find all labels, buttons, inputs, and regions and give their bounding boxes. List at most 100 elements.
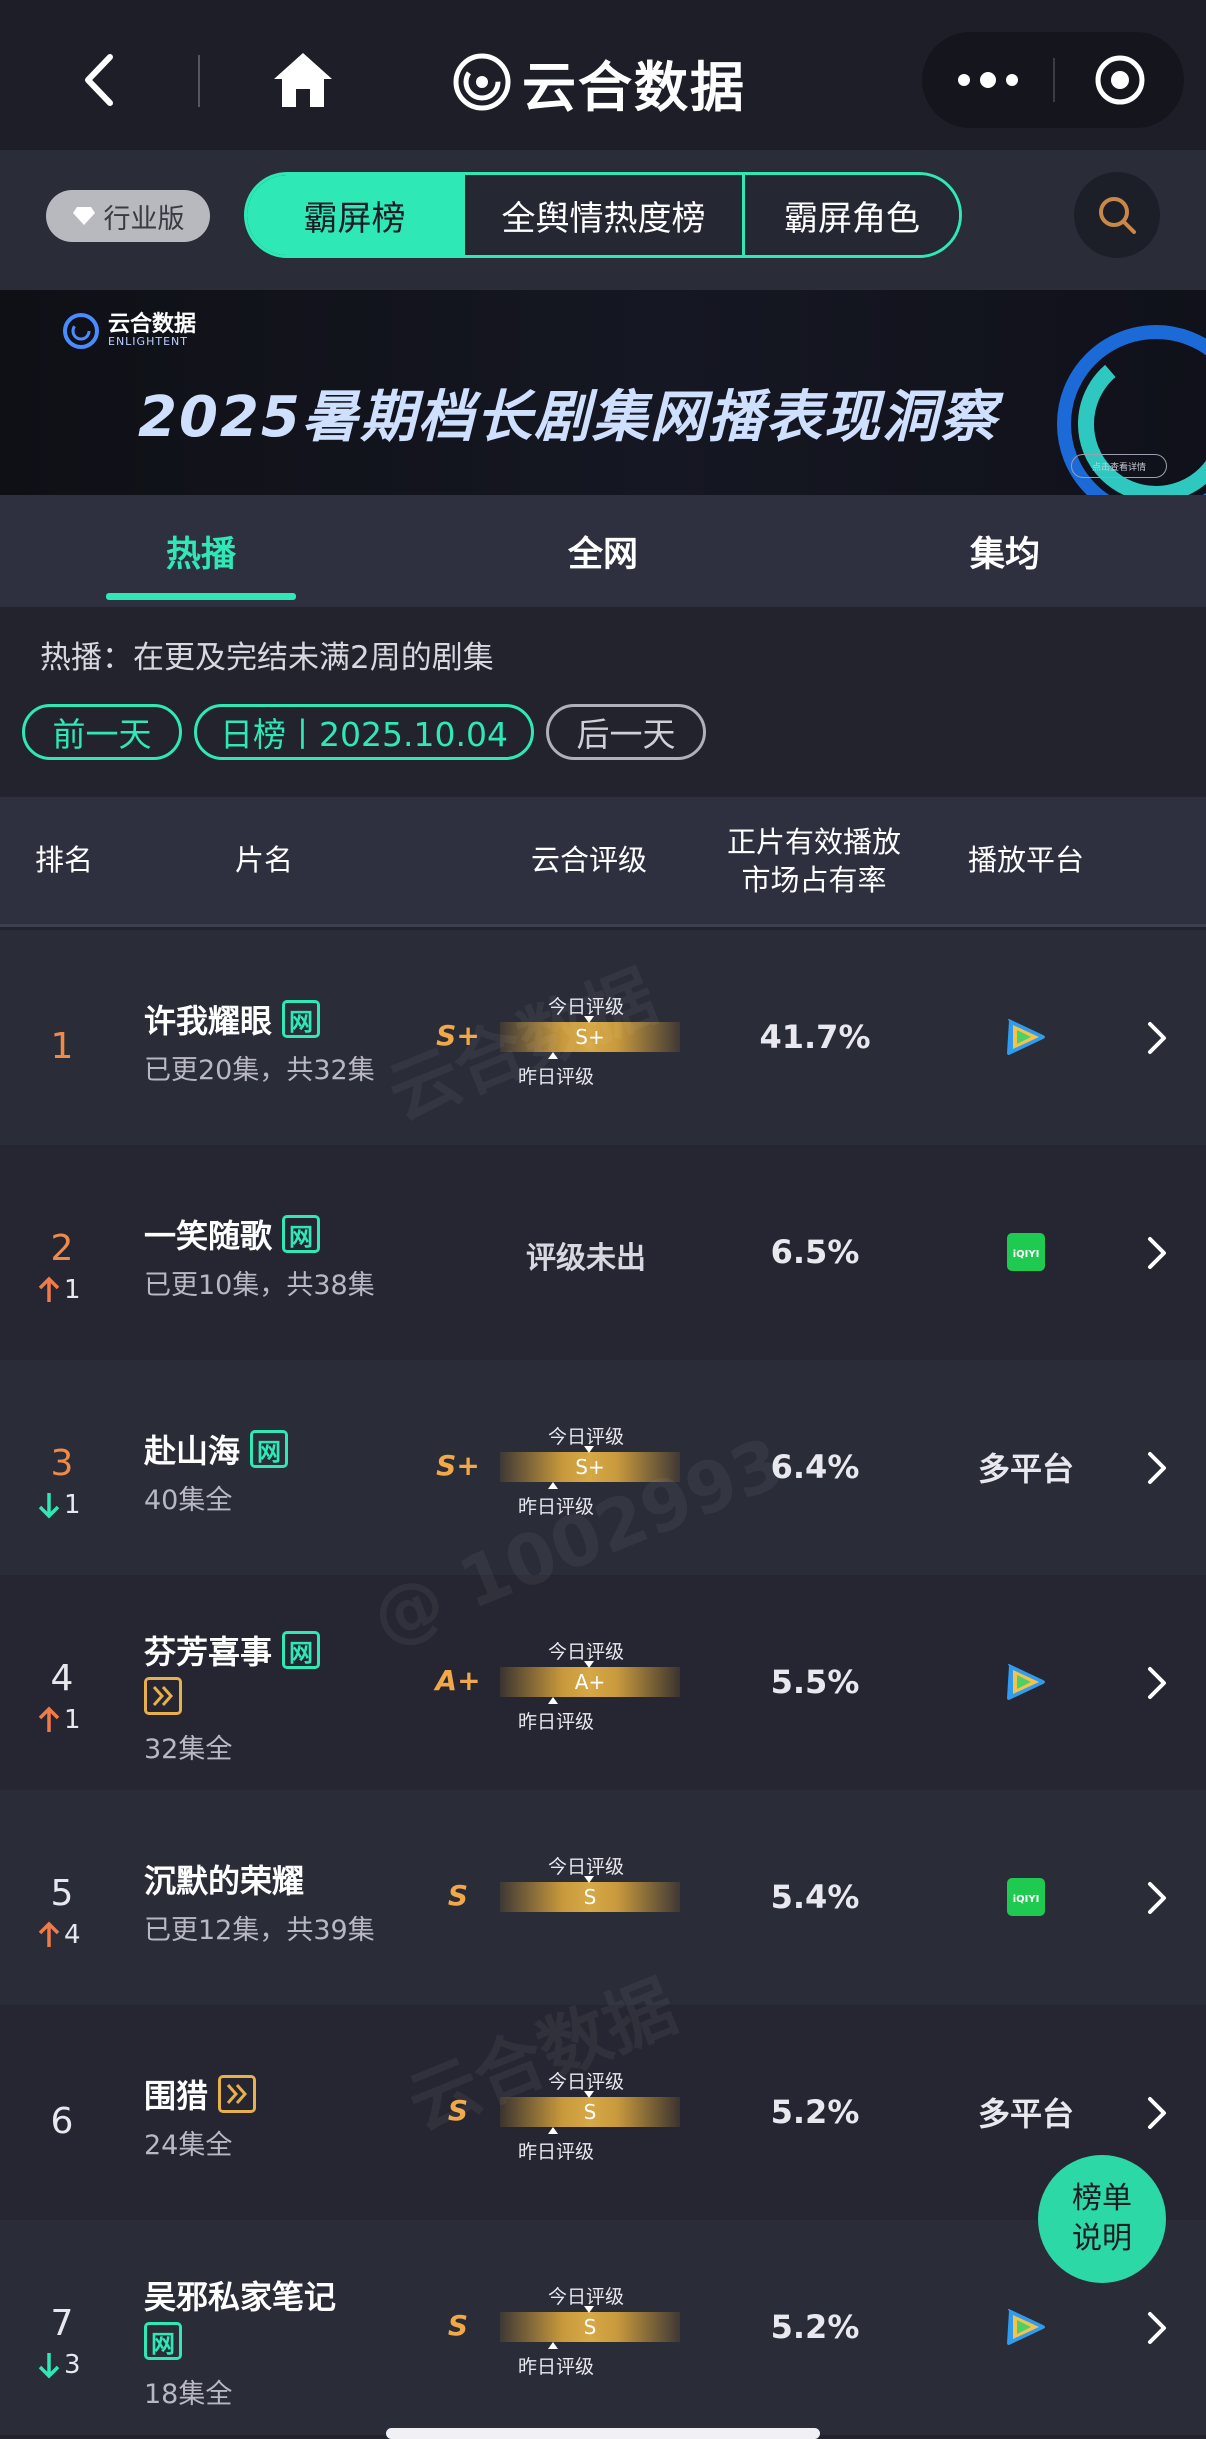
yesterday-grade-label: 昨日评级 (518, 1711, 595, 1733)
rank-change: 1 (38, 1490, 98, 1520)
table-row[interactable]: 2 1 一笑随歌网已更10集，共38集 评级未出 6.5% iQIYI (0, 1145, 1206, 1360)
grade-letter: S (447, 2309, 469, 2342)
tab-hot-label: 热播 (165, 534, 236, 575)
yesterday-grade-label: 昨日评级 (518, 2141, 595, 2163)
table-row[interactable]: 6 围猎 24集全 S S 今日评级 昨日评级 5.2% 多平台 (0, 2005, 1206, 2220)
chevron-right-icon[interactable] (1144, 1018, 1170, 1058)
show-title: 许我耀眼 (144, 1002, 273, 1040)
table-row[interactable]: 3 1 赴山海网 40集全 S+ S+ 今日评级 昨日评级 6.4% 多平台 (0, 1360, 1206, 1575)
search-button[interactable] (1074, 172, 1160, 258)
rank-number: 1 (50, 1026, 74, 1067)
header-platform: 播放平台 (967, 843, 1084, 877)
chevron-right-icon[interactable] (1144, 1878, 1170, 1918)
episode-status: 已更20集，共32集 (144, 1055, 375, 1086)
close-mini-program-icon[interactable] (1092, 52, 1148, 108)
grade-bar: S+ (500, 1452, 680, 1482)
show-title: 一笑随歌 (144, 1217, 273, 1255)
filter-bar: 行业版 霸屏榜 全舆情热度榜 霸屏角色 (0, 150, 1206, 290)
today-grade-marker (584, 2306, 594, 2313)
rank-change: 1 (38, 1275, 98, 1305)
segment-roles[interactable]: 霸屏角色 (745, 175, 959, 255)
exclusive-badge-icon (144, 1677, 182, 1715)
more-options-icon[interactable] (952, 60, 1024, 100)
search-icon (1099, 197, 1136, 234)
episode-status: 32集全 (144, 1734, 233, 1765)
grade-letter: S+ (436, 1449, 480, 1482)
show-title-line: 许我耀眼网 (144, 996, 321, 1042)
segment-dominance[interactable]: 霸屏榜 (247, 175, 465, 255)
show-title-line: 沉默的荣耀 (144, 1856, 304, 1902)
fab-line1: 榜单 (1072, 2181, 1132, 2216)
chevron-right-icon[interactable] (1144, 1663, 1170, 1703)
capsule-divider (1053, 58, 1055, 102)
grade-letter: S+ (436, 1019, 480, 1052)
episode-status: 已更10集，共38集 (144, 1270, 375, 1301)
table-row[interactable]: 5 4 沉默的荣耀 已更12集，共39集 S S 今日评级 5.4% iQIYI (0, 1790, 1206, 2005)
rank-change: 4 (38, 1920, 98, 1950)
next-day-button[interactable]: 后一天 (546, 704, 706, 760)
today-grade-marker (584, 1876, 594, 1883)
app-brand: 云合数据 (452, 42, 746, 122)
rank-change-value: 4 (64, 1920, 81, 1950)
platform-text: 多平台 (977, 2095, 1074, 2133)
table-row[interactable]: 7 3 吴邪私家笔记网 18集全 S S 今日评级 昨日评级 5.2% (0, 2220, 1206, 2435)
network-badge: 网 (282, 1631, 321, 1669)
market-share: 5.5% (770, 1663, 860, 1701)
nav-divider (198, 55, 200, 107)
rank-number: 3 (50, 1443, 74, 1484)
show-title: 芬芳喜事 (144, 1633, 273, 1671)
today-grade-marker (584, 1661, 594, 1668)
list-tabs: 热播 全网 集均 (0, 495, 1206, 607)
table-row[interactable]: 1 许我耀眼网已更20集，共32集 S+ S+ 今日评级 昨日评级 41.7% (0, 930, 1206, 1145)
show-title-line: 吴邪私家笔记 (144, 2272, 336, 2318)
show-badge-line (144, 1677, 182, 1715)
active-tab-indicator (106, 593, 296, 600)
rank-change: 3 (38, 2350, 98, 2380)
banner-logo: 云合数据 ENLIGHTENT (62, 312, 196, 350)
tab-hot[interactable]: 热播 (0, 495, 402, 607)
top-nav-bar: 云合数据 (0, 0, 1206, 150)
platform (946, 2302, 1106, 2352)
rank-up-arrow-icon (38, 1921, 60, 1947)
tab-all-network[interactable]: 全网 (402, 495, 804, 607)
chevron-right-icon[interactable] (1144, 2308, 1170, 2348)
tencent-video-icon (1007, 1019, 1045, 1055)
exclusive-badge-icon (218, 2075, 257, 2113)
grade-letter: A+ (435, 1664, 481, 1697)
segment-public-opinion[interactable]: 全舆情热度榜 (465, 175, 745, 255)
show-title-line: 围猎 (144, 2071, 257, 2117)
today-grade-marker (584, 1446, 594, 1453)
tab-per-episode[interactable]: 集均 (804, 495, 1206, 607)
header-share-line1: 正片有效播放 (726, 825, 901, 859)
market-share: 5.4% (770, 1878, 860, 1916)
yesterday-grade-marker (548, 1482, 558, 1489)
grade-bar: A+ (500, 1667, 680, 1697)
chevron-right-icon[interactable] (1144, 1233, 1170, 1273)
fab-line2: 说明 (1072, 2221, 1132, 2256)
show-title: 沉默的荣耀 (144, 1862, 305, 1900)
grade-letter: S (447, 2094, 469, 2127)
edition-badge[interactable]: 行业版 (46, 190, 210, 242)
platform-text: 多平台 (977, 1450, 1074, 1488)
today-grade-marker (584, 2091, 594, 2098)
promo-banner[interactable]: 云合数据 ENLIGHTENT 2025暑期档长剧集网播表现洞察 点击查看详情 (0, 290, 1206, 495)
home-icon[interactable] (268, 45, 338, 115)
prev-day-button[interactable]: 前一天 (22, 704, 182, 760)
market-share: 6.4% (770, 1448, 860, 1486)
platform (946, 1657, 1106, 1707)
table-row[interactable]: 4 1 芬芳喜事网 32集全 A+ A+ 今日评级 昨日评级 5.5% (0, 1575, 1206, 1790)
banner-logo-text: 云合数据 (108, 311, 197, 337)
ranking-explanation-button[interactable]: 榜单 说明 (1038, 2155, 1166, 2283)
banner-cta-button[interactable]: 点击查看详情 (1071, 454, 1167, 478)
platform: 多平台 (946, 2087, 1106, 2137)
chevron-right-icon[interactable] (1144, 1448, 1170, 1488)
chevron-right-icon[interactable] (1144, 2093, 1170, 2133)
app-logo-icon (453, 53, 511, 111)
date-picker-button[interactable]: 日榜丨2025.10.04 (194, 704, 534, 760)
header-share-line2: 市场占有率 (741, 863, 887, 897)
show-title: 吴邪私家笔记 (144, 2278, 337, 2316)
grade-bar-value: S (583, 1885, 597, 1909)
back-arrow-icon[interactable] (70, 45, 130, 115)
tencent-video-icon (1007, 2309, 1045, 2345)
network-badge: 网 (250, 1430, 289, 1468)
